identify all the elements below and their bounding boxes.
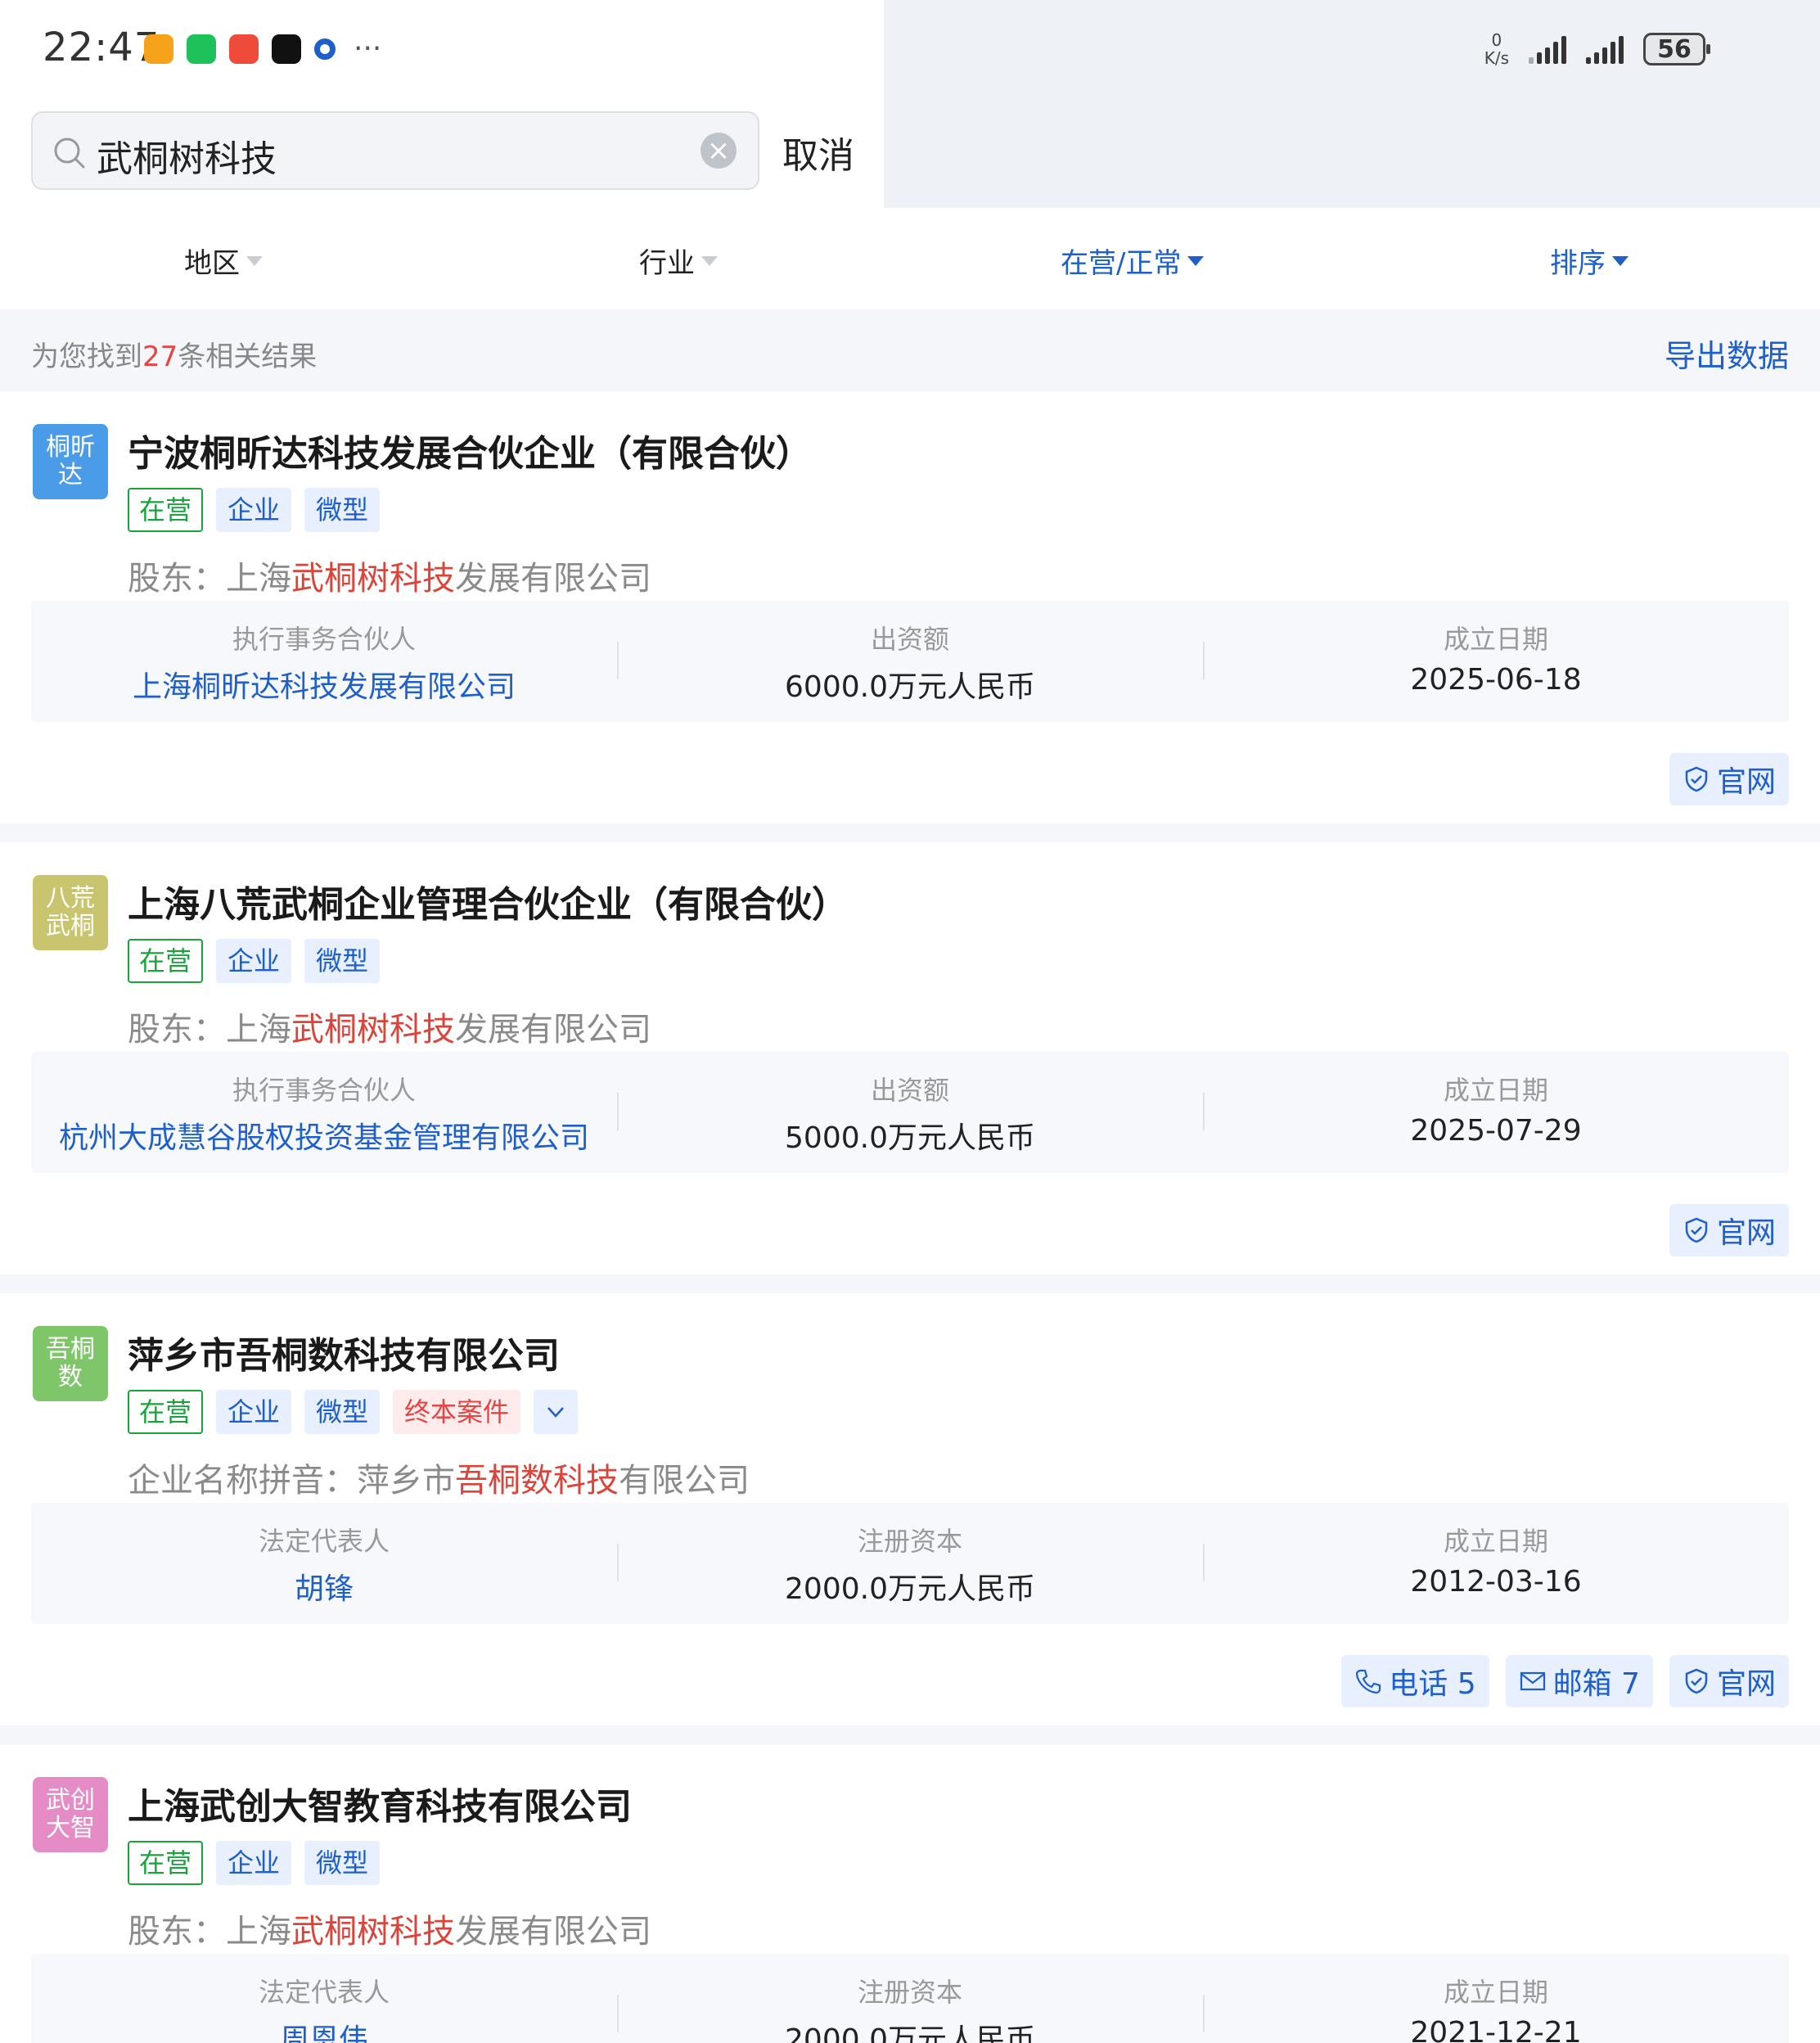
status-tag: 在营 [128, 939, 204, 983]
type-tag: 企业 [216, 939, 292, 983]
status-tag: 在营 [128, 1390, 204, 1434]
size-tag: 微型 [304, 1841, 381, 1885]
phone-icon [1356, 1669, 1381, 1694]
company-logo: 武创大智 [33, 1777, 108, 1852]
info-box: 执行事务合伙人 杭州大成慧谷股权投资基金管理有限公司 出资额 5000.0万元人… [31, 1052, 1789, 1173]
clear-icon[interactable]: × [701, 133, 737, 169]
filter-bar: 地区 行业 在营/正常 排序 [0, 208, 1820, 309]
tag-list: 在营 企业 微型 [128, 939, 381, 983]
expand-tags-button[interactable] [534, 1390, 579, 1434]
signal-icon [1586, 34, 1624, 64]
card-actions: 官网 [1669, 753, 1789, 805]
wechat-icon [187, 34, 216, 64]
card-actions: 电话 5 邮箱 7 官网 [1341, 1655, 1789, 1707]
mail-icon [1520, 1671, 1545, 1691]
company-name[interactable]: 上海八荒武桐企业管理合伙企业（有限合伙） [128, 875, 848, 927]
signal-icon [1529, 34, 1566, 64]
company-logo: 八荒武桐 [33, 875, 108, 950]
notification-icons: ··· [144, 34, 381, 64]
app-root: 22:47 ··· 0 K/s 56 武桐树科技 × 取消 地区 行业 在营/正… [0, 0, 1820, 2043]
dropdown-icon [1612, 255, 1629, 266]
match-line: 股东：上海武桐树科技发展有限公司 [128, 1913, 651, 1951]
partner-link[interactable]: 杭州大成慧谷股权投资基金管理有限公司 [31, 1114, 617, 1157]
shield-icon [1685, 766, 1708, 792]
tag-list: 在营 企业 微型 [128, 1841, 381, 1885]
company-card[interactable]: 八荒武桐 上海八荒武桐企业管理合伙企业（有限合伙） 在营 企业 微型 股东：上海… [0, 842, 1820, 1274]
filter-industry[interactable]: 行业 [639, 241, 718, 281]
partner-link[interactable]: 上海桐昕达科技发展有限公司 [31, 663, 617, 706]
email-button[interactable]: 邮箱 7 [1505, 1655, 1653, 1707]
shield-icon [1685, 1217, 1708, 1243]
website-button[interactable]: 官网 [1669, 1655, 1789, 1707]
dropdown-icon [701, 255, 718, 266]
legal-rep-link[interactable]: 周恩伟 [31, 2016, 617, 2043]
result-count-text: 为您找到27条相关结果 [31, 340, 318, 373]
info-box: 执行事务合伙人 上海桐昕达科技发展有限公司 出资额 6000.0万元人民币 成立… [31, 601, 1789, 722]
battery-icon: 56 [1643, 33, 1710, 65]
cancel-button[interactable]: 取消 [782, 126, 854, 178]
filter-region[interactable]: 地区 [184, 241, 263, 281]
filter-sort[interactable]: 排序 [1550, 241, 1629, 281]
company-name[interactable]: 萍乡市吾桐数科技有限公司 [128, 1326, 560, 1378]
status-time: 22:47 [43, 25, 160, 70]
export-data-button[interactable]: 导出数据 [1665, 331, 1789, 376]
company-card[interactable]: 吾桐数 萍乡市吾桐数科技有限公司 在营 企业 微型 终本案件 企业名称拼音：萍乡… [0, 1293, 1820, 1725]
phone-button[interactable]: 电话 5 [1341, 1655, 1489, 1707]
type-tag: 企业 [216, 1390, 292, 1434]
system-status: 0 K/s 56 [1484, 30, 1710, 68]
size-tag: 微型 [304, 488, 381, 532]
app-notification-icon [144, 34, 173, 64]
company-card[interactable]: 桐昕达 宁波桐昕达科技发展合伙企业（有限合伙） 在营 企业 微型 股东：上海武桐… [0, 391, 1820, 823]
status-bar: 22:47 ··· 0 K/s 56 [0, 0, 1820, 208]
risk-tag[interactable]: 终本案件 [393, 1390, 521, 1434]
match-line: 股东：上海武桐树科技发展有限公司 [128, 1011, 651, 1049]
app-notification-icon [314, 38, 336, 60]
info-box: 法定代表人 胡锋 注册资本 2000.0万元人民币 成立日期 2012-03-1… [31, 1503, 1789, 1624]
website-button[interactable]: 官网 [1669, 1204, 1789, 1256]
card-actions: 官网 [1669, 1204, 1789, 1256]
size-tag: 微型 [304, 1390, 381, 1434]
info-box: 法定代表人 周恩伟 注册资本 2000.0万元人民币 成立日期 2021-12-… [31, 1954, 1789, 2043]
company-card[interactable]: 武创大智 上海武创大智教育科技有限公司 在营 企业 微型 股东：上海武桐树科技发… [0, 1744, 1820, 2043]
net-speed: 0 K/s [1484, 30, 1509, 68]
search-input[interactable]: 武桐树科技 × [31, 111, 759, 190]
tag-list: 在营 企业 微型 终本案件 [128, 1390, 579, 1434]
website-button[interactable]: 官网 [1669, 753, 1789, 805]
match-line: 股东：上海武桐树科技发展有限公司 [128, 560, 651, 598]
status-tag: 在营 [128, 488, 204, 532]
dropdown-icon [246, 255, 263, 266]
more-notifications-icon: ··· [354, 32, 382, 65]
search-icon [54, 138, 85, 169]
shield-icon [1685, 1668, 1708, 1694]
type-tag: 企业 [216, 488, 292, 532]
status-tag: 在营 [128, 1841, 204, 1885]
company-logo: 桐昕达 [33, 424, 108, 499]
tiktok-icon [272, 34, 301, 64]
app-notification-icon [229, 34, 259, 64]
company-logo: 吾桐数 [33, 1326, 108, 1401]
legal-rep-link[interactable]: 胡锋 [31, 1565, 617, 1608]
search-query: 武桐树科技 [97, 138, 277, 180]
size-tag: 微型 [304, 939, 381, 983]
company-name[interactable]: 上海武创大智教育科技有限公司 [128, 1777, 632, 1829]
company-name[interactable]: 宁波桐昕达科技发展合伙企业（有限合伙） [128, 424, 812, 476]
match-line: 企业名称拼音：萍乡市吾桐数科技有限公司 [128, 1462, 750, 1500]
type-tag: 企业 [216, 1841, 292, 1885]
filter-status[interactable]: 在营/正常 [1061, 241, 1205, 281]
tag-list: 在营 企业 微型 [128, 488, 381, 532]
chevron-down-icon [547, 1407, 564, 1418]
result-bar: 为您找到27条相关结果 导出数据 [0, 309, 1820, 391]
dropdown-icon [1187, 255, 1205, 266]
result-count: 27 [142, 340, 178, 373]
